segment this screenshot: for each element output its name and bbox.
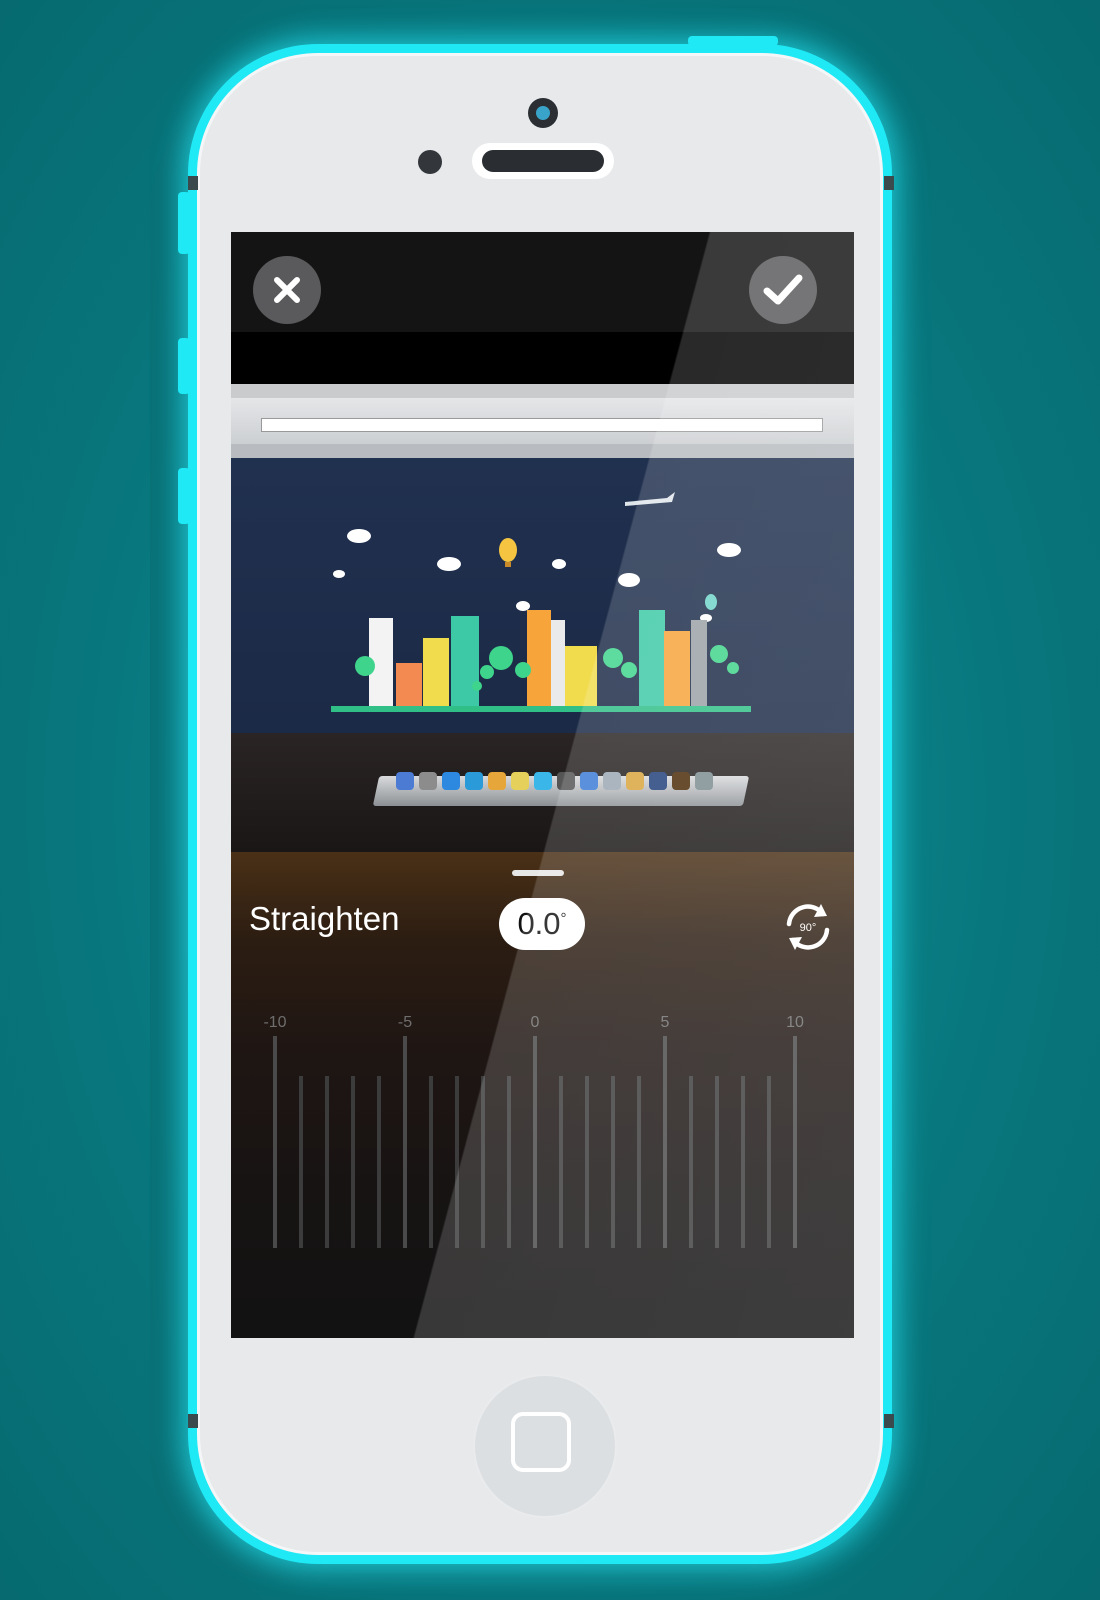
ruler-tick [637, 1076, 641, 1248]
dock-app-icon [465, 772, 483, 790]
screen-tabs [231, 444, 854, 458]
dock-app-icon [649, 772, 667, 790]
ruler-label: 0 [530, 1014, 540, 1031]
dock-app-icon [419, 772, 437, 790]
cancel-button[interactable] [253, 256, 321, 324]
ruler-label: -10 [263, 1014, 287, 1031]
ruler-tick [455, 1076, 459, 1248]
power-button [688, 36, 778, 46]
close-icon [274, 277, 300, 303]
antenna-band [884, 176, 894, 190]
dock-app-icon [488, 772, 506, 790]
ruler-tick [533, 1036, 537, 1248]
ruler-tick [273, 1036, 277, 1248]
top-bar [231, 232, 854, 332]
home-square-icon [511, 1412, 571, 1472]
ruler-tick [559, 1076, 563, 1248]
rotate-90-icon: 90° [786, 904, 830, 950]
ruler-tick [377, 1076, 381, 1248]
dock-app-icon [580, 772, 598, 790]
screen-menubar [231, 384, 854, 398]
confirm-button[interactable] [749, 256, 817, 324]
ruler-tick [429, 1076, 433, 1248]
ruler-tick [715, 1076, 719, 1248]
antenna-band [188, 1414, 198, 1428]
ruler-tick [507, 1076, 511, 1248]
ruler-tick [767, 1076, 771, 1248]
ruler-tick [299, 1076, 303, 1248]
dock-app-icon [672, 772, 690, 790]
ruler-tick [351, 1076, 355, 1248]
dock-app-icon [511, 772, 529, 790]
ruler-tick [403, 1036, 407, 1248]
city-skyline-graphic [331, 492, 751, 712]
ruler-tick [611, 1076, 615, 1248]
angle-unit: ° [560, 909, 567, 927]
dock-app-icon [557, 772, 575, 790]
earpiece-speaker [482, 150, 604, 172]
dock-app-icon [534, 772, 552, 790]
ruler-tick [741, 1076, 745, 1248]
angle-value: 0.0 [517, 906, 561, 941]
checkmark-icon [763, 274, 803, 305]
antenna-band [884, 1414, 894, 1428]
ruler-tick [793, 1036, 797, 1248]
ruler-label: 10 [786, 1014, 804, 1031]
city-illustration [231, 458, 854, 733]
front-camera [528, 98, 558, 128]
ruler-tick [663, 1036, 667, 1248]
ruler-tick [689, 1076, 693, 1248]
volume-down-button [178, 468, 190, 524]
dock-app-icon [442, 772, 460, 790]
photo-preview[interactable] [231, 332, 854, 852]
app-screen: Straighten 0.0 ° 90° -10 -5 0 5 10 [231, 232, 854, 1338]
proximity-sensor [418, 150, 442, 174]
dock-app-icon [396, 772, 414, 790]
rotate-90-label: 90° [800, 922, 817, 934]
rotate-90-button[interactable]: 90° [781, 900, 835, 954]
dock-app-icon [603, 772, 621, 790]
ruler-tick [585, 1076, 589, 1248]
ruler-label: 5 [660, 1014, 670, 1031]
straighten-panel: Straighten 0.0 ° 90° -10 -5 0 5 10 [231, 852, 854, 1338]
volume-up-button [178, 338, 190, 394]
angle-readout: 0.0 ° [499, 898, 585, 950]
mute-switch [178, 192, 190, 254]
drag-handle[interactable] [512, 870, 564, 876]
screen-url-bar [261, 418, 823, 432]
ruler-label: -5 [397, 1014, 413, 1031]
dock-app-icon [695, 772, 713, 790]
dock-app-icon [626, 772, 644, 790]
ruler-tick [481, 1076, 485, 1248]
antenna-band [188, 176, 198, 190]
ruler-tick [325, 1076, 329, 1248]
tool-title: Straighten [249, 900, 400, 937]
